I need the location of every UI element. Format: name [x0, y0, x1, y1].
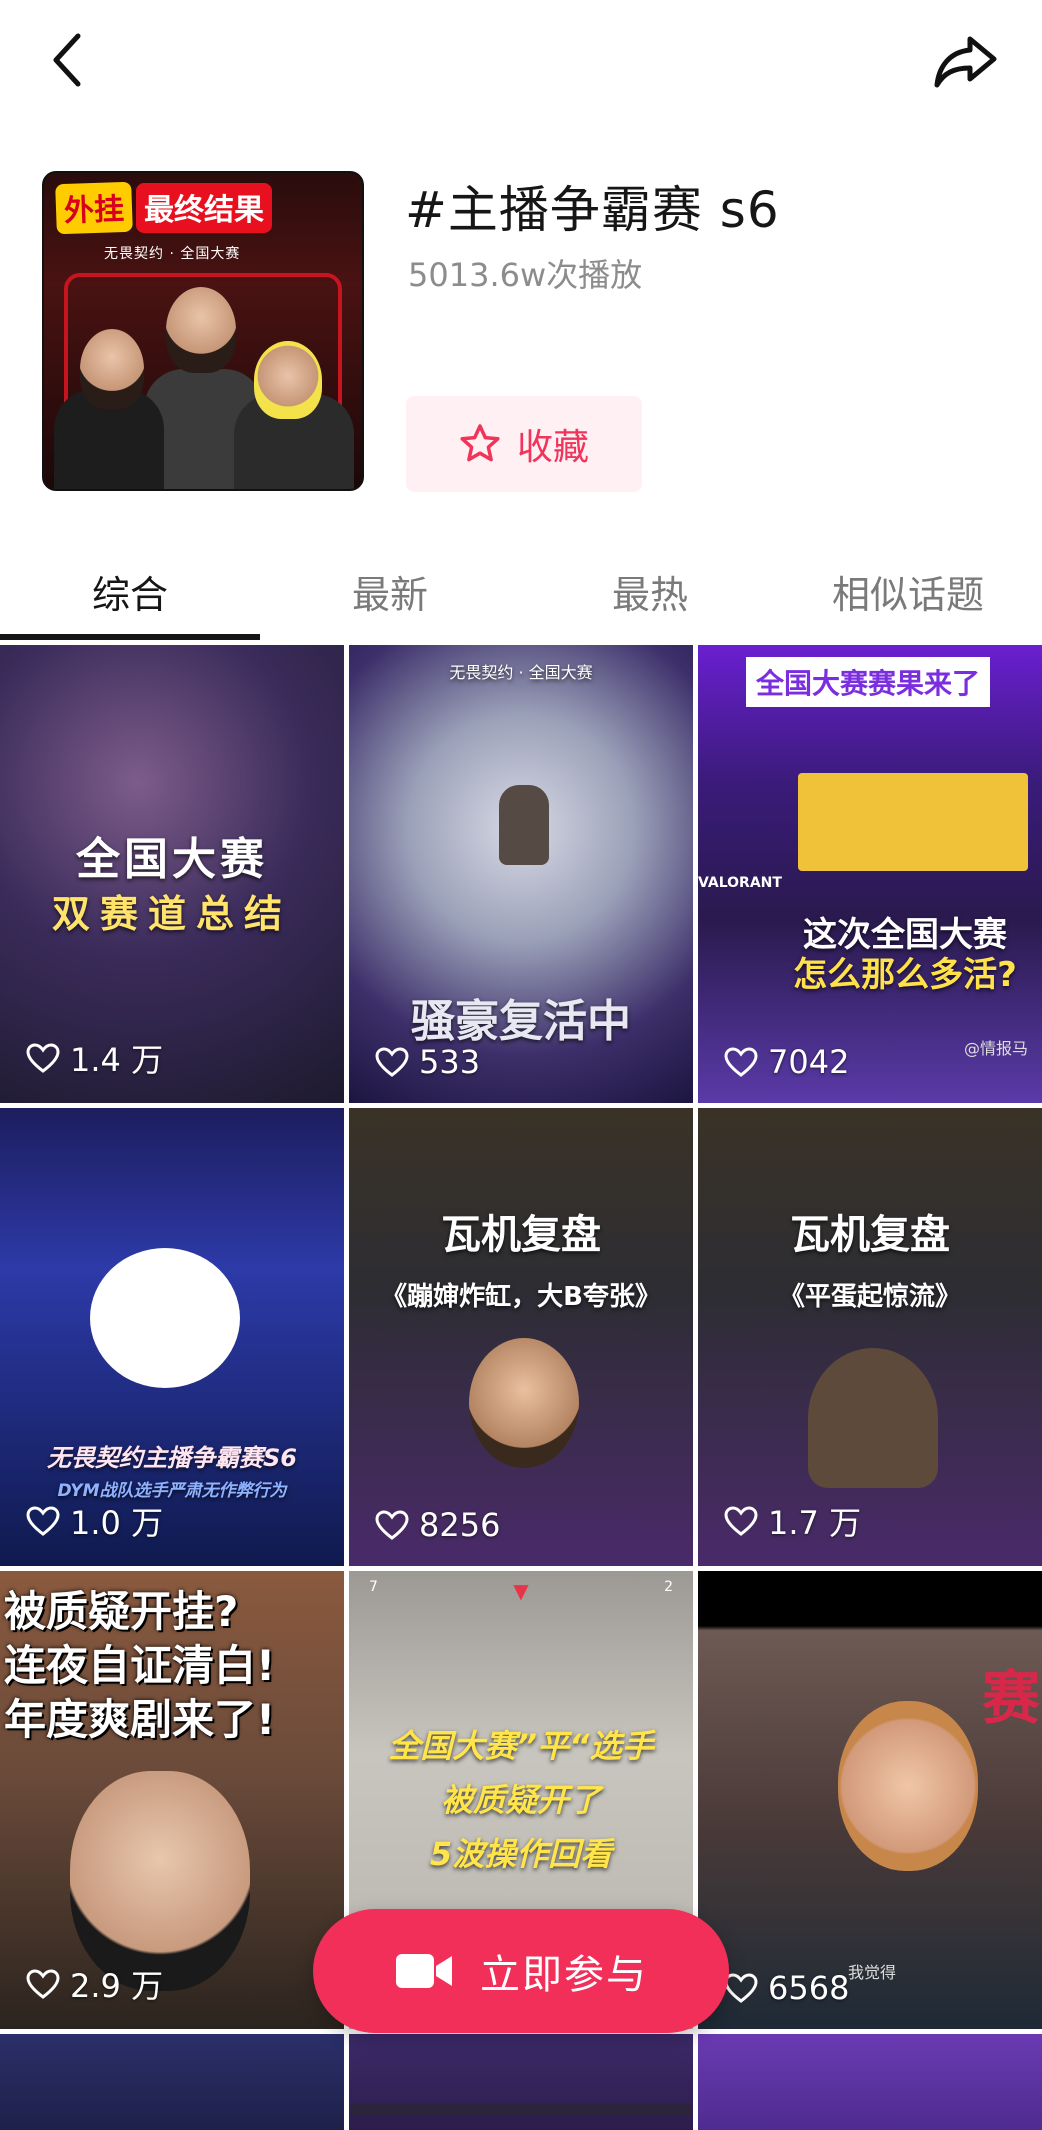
like-count: 533 — [375, 1043, 480, 1081]
video-subtitle: 被质疑开了 — [440, 1781, 601, 1819]
hud-right: 2 — [664, 1579, 673, 1595]
heart-icon — [724, 1506, 758, 1536]
like-count: 1.4 万 — [26, 1035, 163, 1081]
video-card[interactable] — [698, 2034, 1042, 2130]
cover-people — [44, 269, 362, 489]
like-count-text: 8256 — [419, 1506, 501, 1544]
cartoon-figure — [808, 1348, 938, 1488]
video-logos: 无畏契约 · 全国大赛 — [449, 663, 593, 682]
join-button[interactable]: 立即参与 — [313, 1909, 729, 2033]
video-card[interactable]: 瓦机复盘 《平蛋起惊流》 1.7 万 — [698, 1108, 1042, 1566]
video-subtitle: 怎么那么多活? — [793, 955, 1017, 995]
video-subtitle: 《蹦婶炸缸，大B夸张》 — [381, 1282, 661, 1312]
hud-left: 7 — [369, 1579, 378, 1595]
video-title: 全国大赛 — [76, 834, 268, 885]
topic-page: 外挂 最终结果 无畏契约 · 全国大赛 #主播争霸赛 s6 5013.6w次播放… — [0, 0, 1042, 2130]
share-button[interactable] — [926, 26, 1006, 96]
like-count: 1.0 万 — [26, 1498, 163, 1544]
results-board — [798, 773, 1028, 871]
favorite-button[interactable]: 收藏 — [406, 396, 642, 492]
video-subtitle: 连夜自证清白! — [4, 1641, 276, 1690]
video-title: 瓦机复盘 — [790, 1212, 950, 1258]
video-card[interactable]: 无畏契约 · 全国大赛 骚豪复活中 533 — [349, 645, 693, 1103]
heart-icon — [724, 1973, 758, 2003]
chevron-left-icon — [53, 33, 81, 87]
video-banner: 全国大赛赛果来了 — [746, 657, 990, 707]
cover-logos: 无畏契约 · 全国大赛 — [104, 246, 241, 262]
player-face — [469, 1338, 579, 1468]
player-face — [838, 1701, 978, 1871]
top-bar — [0, 0, 1042, 120]
back-button[interactable] — [36, 28, 100, 92]
like-count: 1.7 万 — [724, 1498, 861, 1544]
video-camera-icon — [396, 1954, 452, 1988]
play-count: 5013.6w次播放 — [408, 256, 643, 294]
video-title: 瓦机复盘 — [441, 1212, 601, 1258]
video-subtitle-2: 年度爽剧来了! — [4, 1695, 276, 1744]
tab-hottest[interactable]: 最热 — [612, 564, 688, 619]
heart-icon — [26, 1506, 60, 1536]
video-tag: VALORANT — [698, 875, 782, 891]
heart-icon — [724, 1047, 758, 1077]
cover-banner-right: 最终结果 — [136, 183, 272, 233]
watermark: @情报马 — [963, 1039, 1028, 1058]
video-card[interactable]: 被质疑开挂? 连夜自证清白! 年度爽剧来了! 2.9 万 — [0, 1571, 344, 2029]
video-card[interactable]: 全国大赛赛果来了 VALORANT 这次全国大赛 怎么那么多活? @情报马 70… — [698, 645, 1042, 1103]
favorite-label: 收藏 — [516, 427, 589, 468]
video-subtitle: 双赛道总结 — [51, 892, 292, 936]
heart-icon — [375, 1510, 409, 1540]
game-hud: 7 ▼ 2 — [369, 1579, 673, 1603]
like-count-text: 2.9 万 — [70, 1967, 164, 2005]
home-indicator — [350, 2104, 692, 2116]
video-subtitle: 《平蛋起惊流》 — [778, 1282, 961, 1312]
like-count-text: 7042 — [768, 1043, 850, 1081]
tab-bar: 综合 最新 最热 相似话题 — [0, 548, 1042, 640]
heart-icon — [26, 1043, 60, 1073]
share-arrow-icon — [934, 36, 997, 88]
hud-center: ▼ — [513, 1579, 529, 1603]
video-card[interactable]: 瓦机复盘 《蹦婶炸缸，大B夸张》 8256 — [349, 1108, 693, 1566]
video-card[interactable]: 无畏契约主播争霸赛S6 DYM战队选手严肃无作弊行为 1.0 万 — [0, 1108, 344, 1566]
like-count-text: 1.4 万 — [70, 1041, 164, 1079]
like-count: 2.9 万 — [26, 1961, 163, 2007]
join-button-label: 立即参与 — [480, 1952, 648, 1998]
topic-cover-image: 外挂 最终结果 无畏契约 · 全国大赛 — [42, 171, 364, 491]
like-count: 8256 — [375, 1506, 500, 1544]
watermark: 我觉得 — [848, 1963, 897, 1982]
video-banner-text: 全国大赛赛果来了 — [755, 667, 980, 700]
tab-latest[interactable]: 最新 — [352, 564, 428, 619]
cover-banner: 外挂 最终结果 — [55, 181, 350, 235]
video-title: 被质疑开挂? — [4, 1587, 239, 1636]
tab-similar-topics[interactable]: 相似话题 — [832, 564, 984, 619]
video-title: 骚豪复活中 — [411, 996, 631, 1047]
like-count-text: 1.0 万 — [70, 1504, 164, 1542]
video-title-block: 被质疑开挂? 连夜自证清白! 年度爽剧来了! — [4, 1585, 275, 1747]
character-figure — [499, 785, 549, 865]
like-count-text: 6568 — [768, 1969, 850, 2007]
video-card[interactable] — [0, 2034, 344, 2130]
video-subtitle-2: 5波操作回看 — [429, 1835, 613, 1873]
video-title: 无畏契约主播争霸赛S6 — [47, 1444, 297, 1472]
heart-icon — [375, 1047, 409, 1077]
video-title: 全国大赛”平“选手 — [388, 1727, 654, 1765]
player-face — [70, 1771, 250, 1991]
rabbit-mascot — [90, 1248, 240, 1388]
video-card[interactable]: 赛 我觉得 6568 — [698, 1571, 1042, 2029]
side-text: 赛 — [982, 1664, 1041, 1732]
like-count: 7042 — [724, 1043, 849, 1081]
heart-icon — [26, 1969, 60, 1999]
like-count-text: 1.7 万 — [768, 1504, 862, 1542]
like-count-text: 533 — [419, 1043, 481, 1081]
cover-banner-left: 外挂 — [55, 181, 133, 235]
like-count: 6568 — [724, 1969, 849, 2007]
topic-title: #主播争霸赛 s6 — [405, 181, 780, 239]
video-card[interactable]: 全国大赛 双赛道总结 1.4 万 — [0, 645, 344, 1103]
tab-overall[interactable]: 综合 — [92, 564, 168, 619]
star-outline-icon — [460, 424, 500, 462]
tab-indicator — [0, 634, 260, 640]
